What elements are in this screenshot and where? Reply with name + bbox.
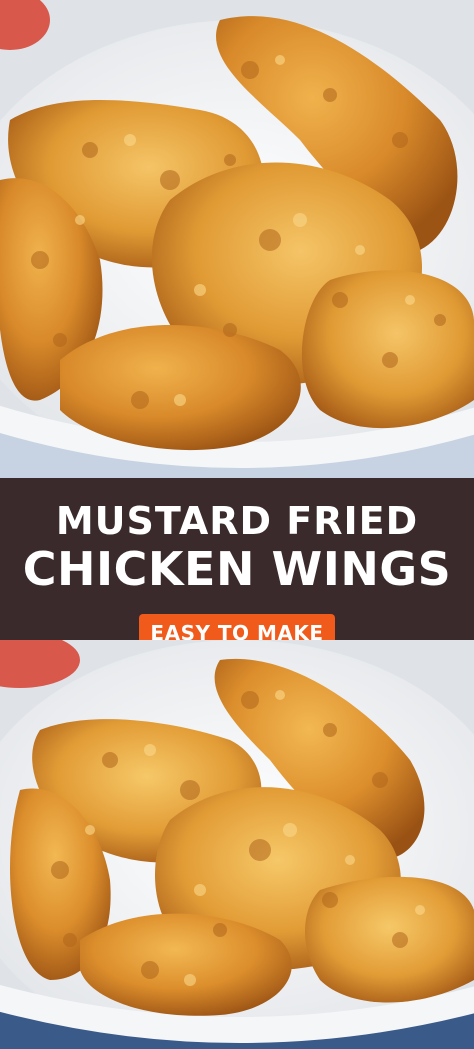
recipe-title-line-1: MUSTARD FRIED bbox=[55, 499, 419, 543]
top-food-photo bbox=[0, 0, 474, 478]
recipe-pin: MUSTARD FRIED CHICKEN WINGS EASY TO MAKE bbox=[0, 0, 474, 1049]
bottom-food-photo bbox=[0, 640, 474, 1049]
recipe-title-line-2: CHICKEN WINGS bbox=[22, 542, 452, 596]
